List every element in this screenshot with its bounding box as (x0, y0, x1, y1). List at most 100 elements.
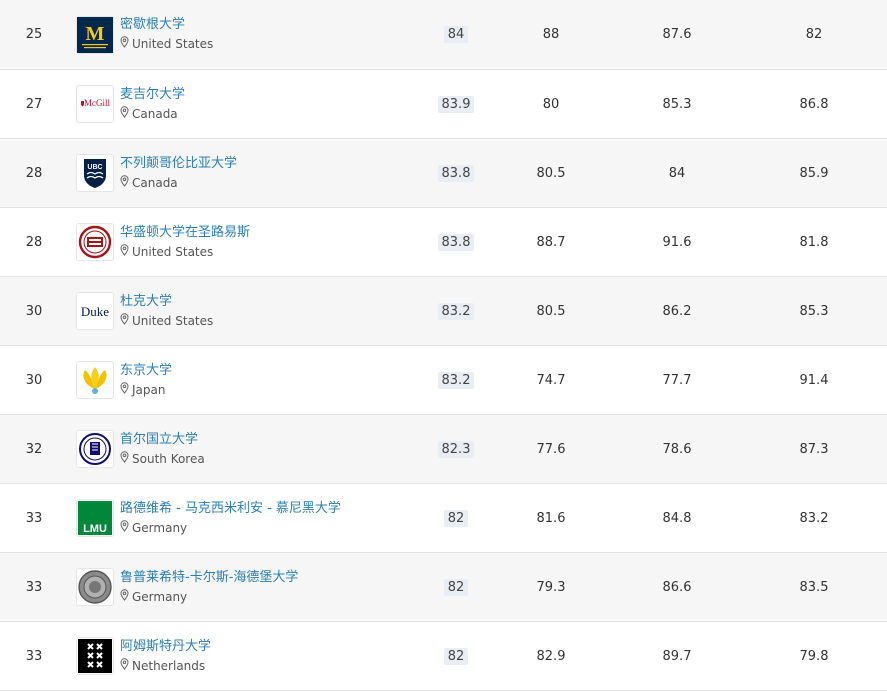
university-name-link[interactable]: 密歇根大学 (120, 16, 213, 34)
score-cell: 86.8 (774, 70, 854, 138)
ranking-table: 25 M 密歇根大学 United States 84 88 87.6 82 2… (0, 0, 887, 691)
university-logo-icon[interactable]: LMU (76, 499, 114, 537)
score-value: 87.6 (662, 27, 692, 42)
university-logo-icon[interactable] (76, 223, 114, 261)
overall-score-cell: 84 (416, 0, 496, 69)
score-value: 77.7 (662, 372, 692, 388)
score-value: 81.6 (536, 510, 566, 526)
rank-cell: 28 (0, 208, 68, 276)
score-value: 91.6 (662, 234, 692, 250)
score-cell: 77.7 (637, 346, 717, 414)
table-row: 33 LMU 路德维希 - 马克西米利安 - 慕尼黑大学 Germany 82 … (0, 484, 887, 553)
overall-score-cell: 83.9 (416, 70, 496, 138)
rank-cell: 30 (0, 277, 68, 345)
score-value: 79.3 (536, 579, 566, 595)
university-logo-icon[interactable]: UBC (76, 154, 114, 192)
university-name-link[interactable]: 不列颠哥伦比亚大学 (120, 155, 237, 173)
score-cell: 79.3 (511, 553, 591, 621)
score-value: 80.5 (536, 303, 566, 319)
score-value: 80.5 (536, 165, 566, 181)
country-label: United States (132, 244, 214, 259)
country-label: Germany (132, 589, 188, 604)
university-name-link[interactable]: 华盛顿大学在圣路易斯 (120, 224, 250, 242)
overall-score-cell: 82.3 (416, 415, 496, 483)
university-cell: 首尔国立大学 South Korea (76, 415, 436, 483)
university-logo-icon[interactable] (76, 637, 114, 675)
country-label: Netherlands (132, 658, 206, 673)
rank-value: 30 (25, 303, 43, 319)
overall-score-cell: 82 (416, 484, 496, 552)
overall-score: 82 (443, 647, 469, 665)
rank-cell: 30 (0, 346, 68, 414)
score-value: 83.5 (799, 579, 829, 595)
overall-score-cell: 83.2 (416, 346, 496, 414)
score-cell: 82 (774, 0, 854, 69)
score-value: 86.6 (662, 579, 692, 595)
score-cell: 86.6 (637, 553, 717, 621)
location: Japan (120, 381, 172, 399)
location-pin-icon (120, 450, 132, 468)
overall-score: 82.3 (437, 440, 475, 458)
rank-value: 33 (25, 648, 43, 664)
location-pin-icon (120, 381, 132, 399)
university-logo-icon[interactable] (76, 430, 114, 468)
score-cell: 84.8 (637, 484, 717, 552)
score-cell: 83.5 (774, 553, 854, 621)
university-cell: McGill 麦吉尔大学 Canada (76, 70, 436, 138)
score-cell: 91.6 (637, 208, 717, 276)
university-name-link[interactable]: 麦吉尔大学 (120, 86, 185, 104)
score-value: 74.7 (536, 372, 566, 388)
overall-score: 82 (443, 509, 469, 527)
university-name-link[interactable]: 鲁普莱希特-卡尔斯-海德堡大学 (120, 569, 298, 587)
rank-cell: 33 (0, 622, 68, 690)
score-value: 84.8 (662, 510, 692, 526)
table-row: 32 首尔国立大学 South Korea 82.3 77.6 78.6 87.… (0, 415, 887, 484)
rank-cell: 28 (0, 139, 68, 207)
country-label: Canada (132, 106, 178, 121)
university-name-link[interactable]: 首尔国立大学 (120, 431, 205, 449)
location: United States (120, 243, 250, 261)
overall-score: 83.2 (437, 302, 475, 320)
university-name-link[interactable]: 阿姆斯特丹大学 (120, 638, 211, 656)
university-cell: 鲁普莱希特-卡尔斯-海德堡大学 Germany (76, 553, 436, 621)
university-logo-icon[interactable]: McGill (76, 85, 114, 123)
university-cell: 东京大学 Japan (76, 346, 436, 414)
rank-value: 25 (25, 27, 43, 42)
score-cell: 80.5 (511, 277, 591, 345)
overall-score: 83.9 (437, 95, 475, 113)
table-row: 28 UBC 不列颠哥伦比亚大学 Canada 83.8 80.5 84 85.… (0, 139, 887, 208)
university-logo-icon[interactable] (76, 568, 114, 606)
overall-score: 82 (443, 578, 469, 596)
location-pin-icon (120, 174, 132, 192)
score-cell: 77.6 (511, 415, 591, 483)
score-value: 77.6 (536, 441, 566, 457)
score-cell: 91.4 (774, 346, 854, 414)
svg-text:M: M (86, 23, 105, 45)
university-name-link[interactable]: 杜克大学 (120, 293, 213, 311)
university-logo-icon[interactable]: Duke (76, 292, 114, 330)
location: Canada (120, 174, 237, 192)
overall-score-cell: 82 (416, 622, 496, 690)
location: United States (120, 312, 213, 330)
university-logo-icon[interactable] (76, 361, 114, 399)
country-label: United States (132, 313, 214, 328)
score-value: 85.9 (799, 165, 829, 181)
university-name-link[interactable]: 路德维希 - 马克西米利安 - 慕尼黑大学 (120, 500, 341, 518)
university-name-link[interactable]: 东京大学 (120, 362, 172, 380)
location: Netherlands (120, 657, 211, 675)
score-value: 85.3 (662, 96, 692, 112)
university-logo-icon[interactable]: M (76, 15, 114, 54)
score-cell: 80 (511, 70, 591, 138)
university-cell: M 密歇根大学 United States (76, 0, 436, 69)
university-cell: 华盛顿大学在圣路易斯 United States (76, 208, 436, 276)
overall-score: 83.8 (437, 164, 475, 182)
score-cell: 88.7 (511, 208, 591, 276)
location-pin-icon (120, 519, 132, 537)
location-pin-icon (120, 588, 132, 606)
overall-score: 84 (443, 26, 469, 43)
location-pin-icon (120, 312, 132, 330)
score-cell: 87.6 (637, 0, 717, 69)
svg-text:McGill: McGill (84, 98, 110, 108)
score-cell: 80.5 (511, 139, 591, 207)
score-cell: 85.3 (637, 70, 717, 138)
